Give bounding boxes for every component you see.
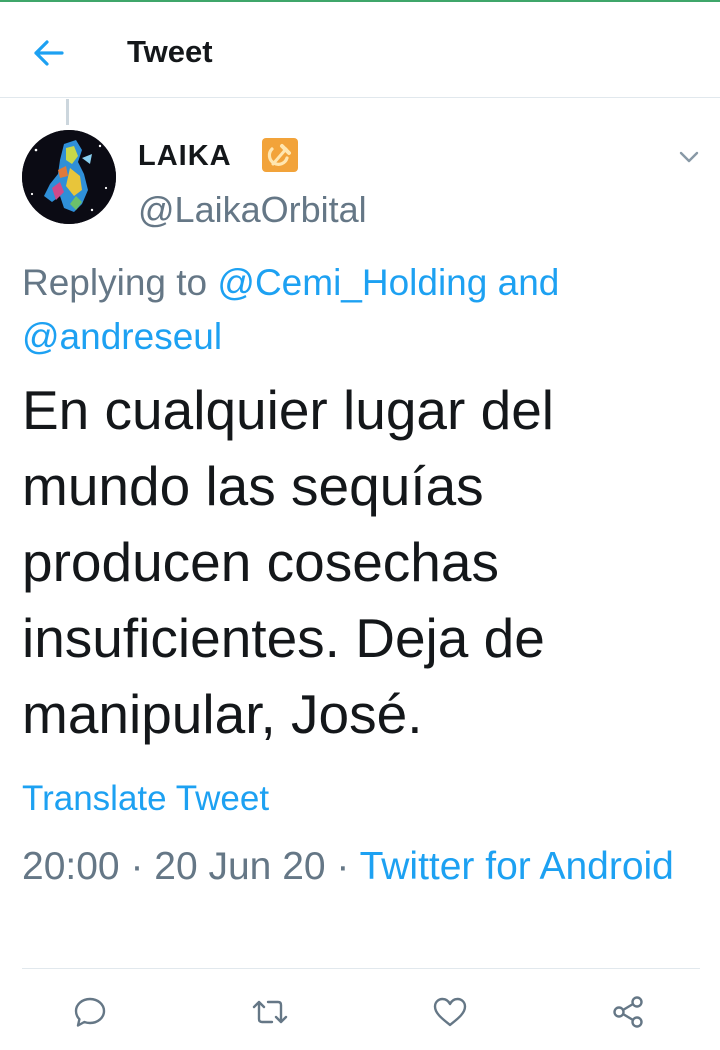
app-header: Tweet — [0, 2, 720, 98]
reply-button[interactable] — [68, 990, 112, 1034]
thread-connector — [66, 99, 69, 125]
replying-and[interactable]: and — [487, 262, 560, 303]
share-button[interactable] — [606, 990, 650, 1034]
author-name[interactable]: LAIKA — [138, 138, 232, 174]
retweet-button[interactable] — [248, 990, 292, 1034]
translate-tweet-link[interactable]: Translate Tweet — [22, 776, 269, 822]
divider — [22, 968, 700, 969]
like-button[interactable] — [428, 990, 472, 1034]
tweet-source-link[interactable]: Twitter for Android — [360, 845, 674, 888]
replying-user-link[interactable]: @Cemi_Holding — [217, 262, 487, 303]
retweet-icon — [252, 1000, 288, 1024]
hammer-sickle-icon — [262, 138, 298, 172]
replying-prefix: Replying to — [22, 262, 218, 303]
page-title: Tweet — [127, 34, 213, 69]
tweet-date: 20 Jun 20 — [154, 845, 326, 888]
avatar[interactable] — [22, 130, 116, 224]
arrow-left-icon — [34, 40, 64, 66]
avatar-image — [22, 130, 116, 224]
author-handle[interactable]: @LaikaOrbital — [138, 188, 367, 232]
back-button[interactable] — [26, 30, 72, 76]
tweet-time: 20:00 — [22, 845, 120, 888]
replying-to: Replying to @Cemi_Holding and @andreseul — [22, 256, 692, 364]
tweet-metadata: 20:00 · 20 Jun 20 · Twitter for Android — [22, 840, 682, 894]
replying-user-link[interactable]: @andreseul — [22, 316, 222, 357]
tweet-text: En cualquier lugar del mundo las sequías… — [22, 379, 555, 745]
meta-separator: · — [325, 845, 360, 888]
share-icon — [613, 996, 643, 1028]
reply-icon — [74, 997, 106, 1027]
chevron-down-icon — [679, 151, 699, 163]
more-options-button[interactable] — [674, 142, 704, 172]
heart-icon — [433, 997, 467, 1027]
meta-separator: · — [119, 845, 155, 888]
